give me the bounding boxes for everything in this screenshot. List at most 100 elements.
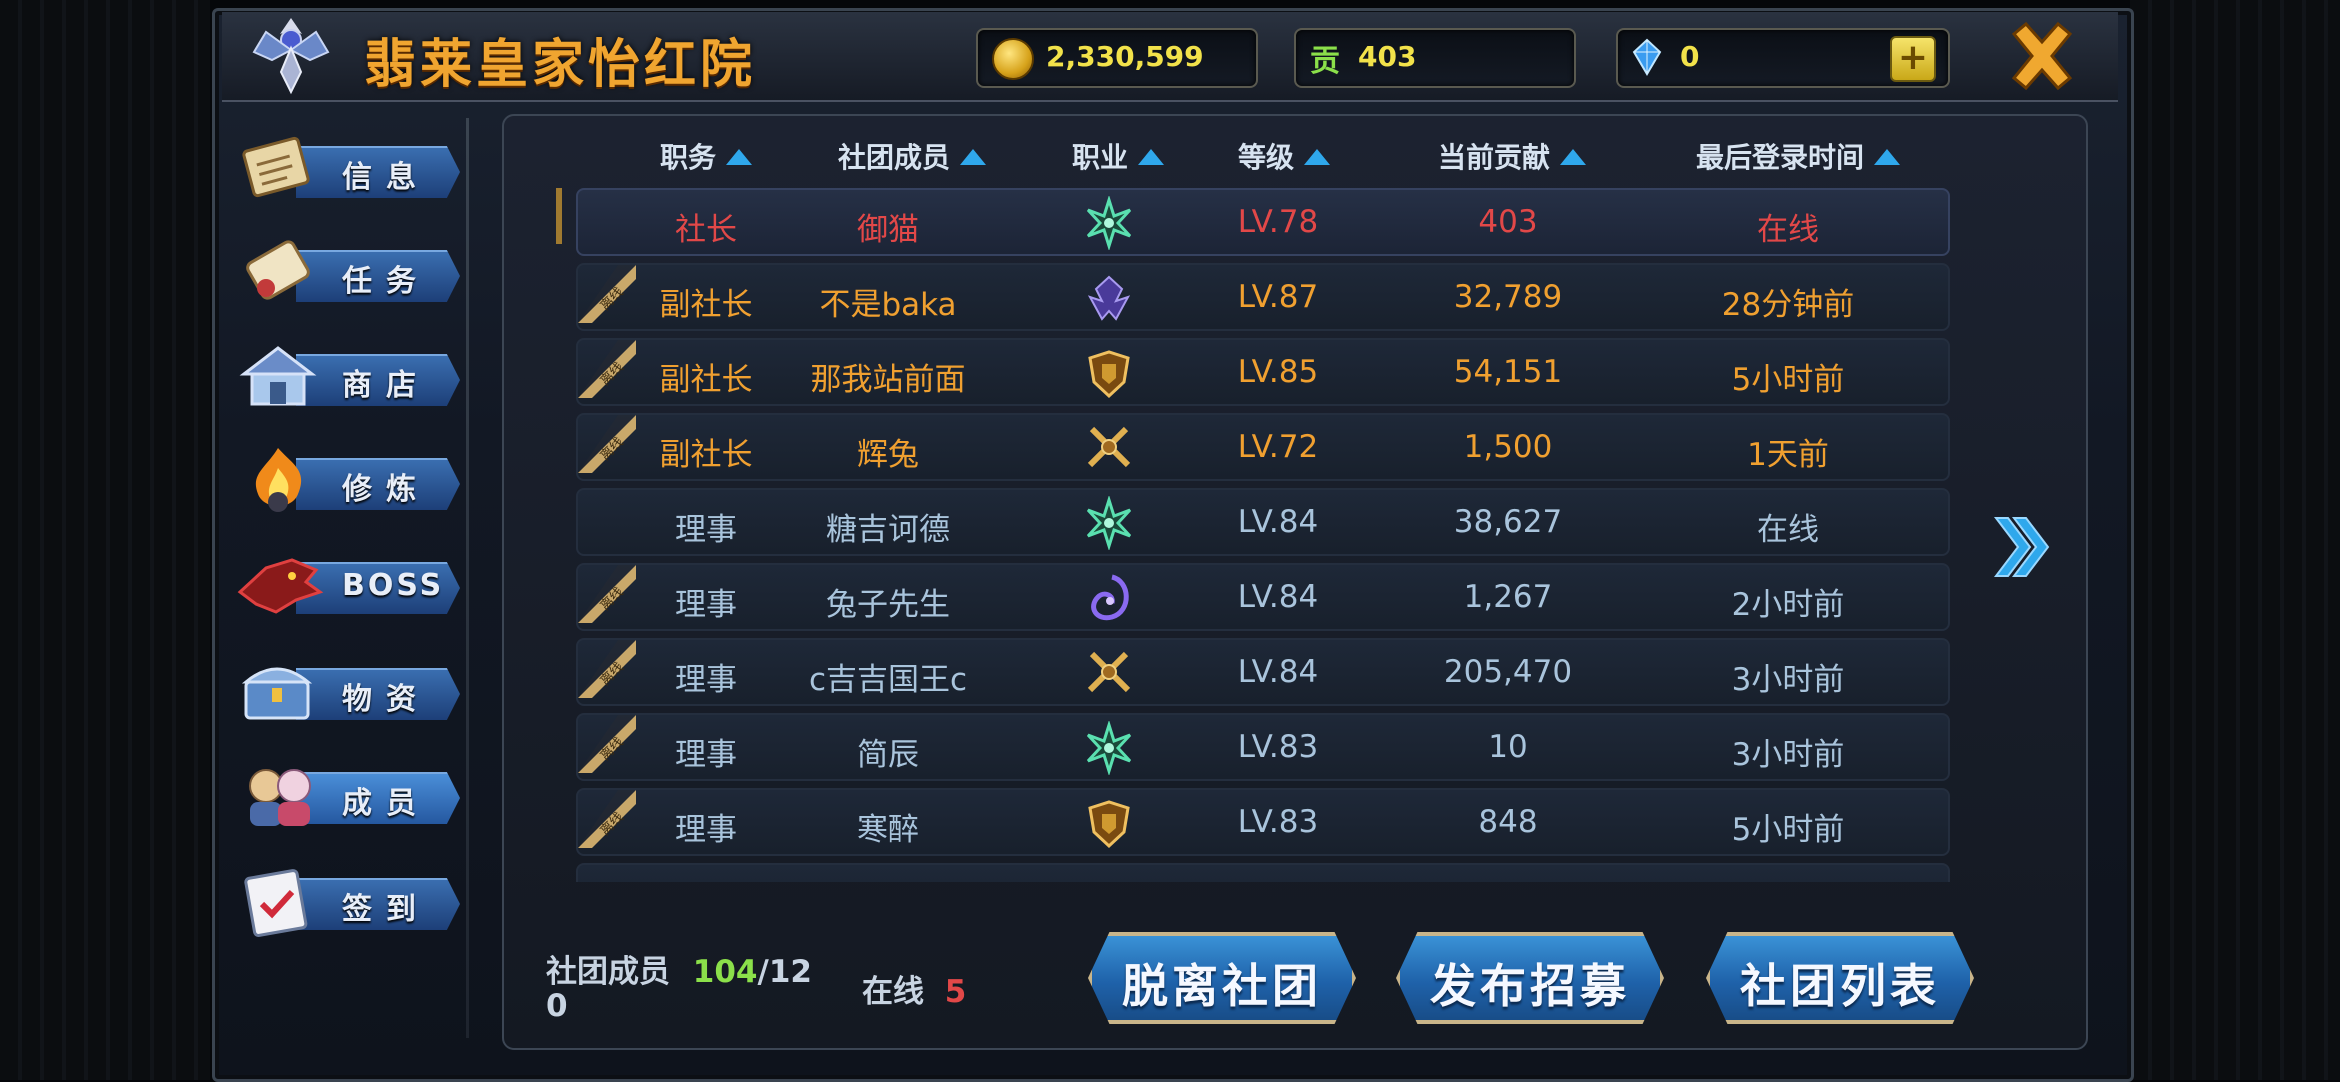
member-list[interactable]: 社长 御猫 LV.78 403 在线 离线 副社长 不是baka LV.87 32,789 28分钟… [556,180,1968,882]
blue-gem-icon [1632,38,1662,76]
gold-value: 2,330,599 [1046,40,1204,73]
member-role: 社长 [675,212,737,248]
header-role[interactable]: 职务 [660,136,753,174]
member-last-login: 28分钟前 [1721,287,1855,323]
table-row[interactable]: 离线 理事 c吉吉国王c LV.84 205,470 3小时前 [576,638,1950,706]
member-level: LV.84 [1237,579,1319,615]
purple-wing-class-icon [1087,275,1131,321]
gold-counter: 2,330,599 [976,28,1258,88]
table-row[interactable]: 离线 副社长 辉兔 LV.72 1,500 1天前 [576,413,1950,481]
member-level: LV.72 [1237,429,1319,465]
contribution-value: 403 [1358,40,1417,73]
header-level[interactable]: 等级 [1238,136,1331,174]
online-count: 在线 5 [862,966,966,1011]
scroll-icon [242,136,310,198]
sort-arrow-icon [1560,149,1587,165]
green-star-class-icon [1086,496,1132,550]
sort-arrow-icon [726,149,753,165]
member-contribution: 10 [1488,729,1528,765]
member-contribution: 848 [1478,804,1538,840]
table-row[interactable]: 离线 副社长 不是baka LV.87 32,789 28分钟前 [576,263,1950,331]
member-last-login: 5小时前 [1731,362,1845,398]
table-row[interactable]: 离线 理事 寒醉 LV.83 848 5小时前 [576,788,1950,856]
member-level: LV.87 [1237,279,1319,315]
member-last-login: 在线 [1757,212,1819,248]
sidebar-item-supplies[interactable]: 物资 [236,654,462,728]
member-last-login: 在线 [1757,512,1819,548]
member-level: LV.84 [1237,504,1319,540]
add-gems-button[interactable]: + [1890,36,1936,82]
left-background [0,0,210,1080]
member-count-max-wrap: 0 [546,988,568,1024]
quest-scroll-icon [246,240,310,300]
treasure-chest-icon [241,667,313,720]
header-last-login[interactable]: 最后登录时间 [1696,136,1901,174]
gold-shield-class-icon [1088,800,1130,849]
gem-value: 0 [1680,40,1700,73]
member-contribution: 38,627 [1453,504,1563,540]
table-row[interactable]: 离线 理事 兔子先生 LV.84 1,267 2小时前 [576,563,1950,631]
sidebar-item-label: 成员 [342,786,430,821]
member-name: c吉吉国王c [808,662,968,698]
member-level: LV.84 [1237,654,1319,690]
close-icon[interactable] [2004,18,2080,94]
guild-list-button[interactable]: 社团列表 [1706,932,1974,1024]
table-row[interactable] [576,863,1950,882]
sidebar-divider [466,118,469,1038]
crossed-swords-class-icon [1087,426,1131,468]
sidebar-item-members[interactable]: 成员 [236,758,462,832]
online-value: 5 [944,974,967,1010]
member-name: 不是baka [819,287,957,323]
sort-arrow-icon [1138,149,1165,165]
member-name: 糖吉诃德 [826,512,950,548]
member-role: 副社长 [659,362,753,398]
member-name: 御猫 [857,212,919,248]
sidebar-item-label: 商店 [342,368,430,403]
member-role: 理事 [675,737,737,773]
sidebar-item-label: 签到 [342,892,430,927]
member-contribution: 205,470 [1443,654,1573,690]
sort-arrow-icon [960,149,987,165]
member-name: 寒醉 [857,812,919,848]
member-last-login: 5小时前 [1731,812,1845,848]
member-role: 理事 [675,812,737,848]
header-member[interactable]: 社团成员 [838,136,987,174]
member-role: 副社长 [659,437,753,473]
member-count-max: /12 [757,954,812,990]
shop-house-icon [239,346,317,406]
sidebar-item-label: 信息 [342,160,430,195]
table-row[interactable]: 社长 御猫 LV.78 403 在线 [576,188,1950,256]
sidebar-item-info[interactable]: 信息 [236,132,462,206]
sidebar-item-checkin[interactable]: 签到 [236,864,462,938]
sort-arrow-icon [1874,149,1901,165]
member-level: LV.83 [1237,729,1319,765]
table-row[interactable]: 离线 副社长 那我站前面 LV.85 54,151 5小时前 [576,338,1950,406]
member-name: 兔子先生 [826,587,950,623]
leave-guild-button[interactable]: 脱离社团 [1088,932,1356,1024]
table-row[interactable]: 离线 理事 简辰 LV.83 10 3小时前 [576,713,1950,781]
sort-arrow-icon [1304,149,1331,165]
member-last-login: 1天前 [1747,437,1829,473]
sidebar-item-shop[interactable]: 商店 [236,340,462,414]
member-last-login: 3小时前 [1731,662,1845,698]
green-star-class-icon [1086,196,1132,250]
dragon-head-icon [237,558,324,614]
member-level: LV.85 [1237,354,1319,390]
sidebar-item-label: 修炼 [342,472,430,507]
next-page-arrow-icon[interactable] [1992,512,2052,582]
member-contribution: 1,500 [1463,429,1553,465]
table-row[interactable]: 理事 糖吉诃德 LV.84 38,627 在线 [576,488,1950,556]
header-contribution[interactable]: 当前贡献 [1438,136,1587,174]
member-level: LV.78 [1237,204,1319,240]
member-name: 辉兔 [857,437,919,473]
post-recruitment-button[interactable]: 发布招募 [1396,932,1664,1024]
guild-title: 翡莱皇家怡红院 [364,34,757,95]
header-class[interactable]: 职业 [1072,136,1165,174]
sidebar-item-boss[interactable]: BOSS [236,548,462,622]
sidebar-item-cultivate[interactable]: 修炼 [236,444,462,518]
sidebar-item-quests[interactable]: 任务 [236,236,462,310]
gold-coin-icon [992,38,1034,80]
member-last-login: 2小时前 [1731,587,1845,623]
contribution-icon: 贡 [1310,44,1340,79]
member-role: 理事 [675,587,737,623]
